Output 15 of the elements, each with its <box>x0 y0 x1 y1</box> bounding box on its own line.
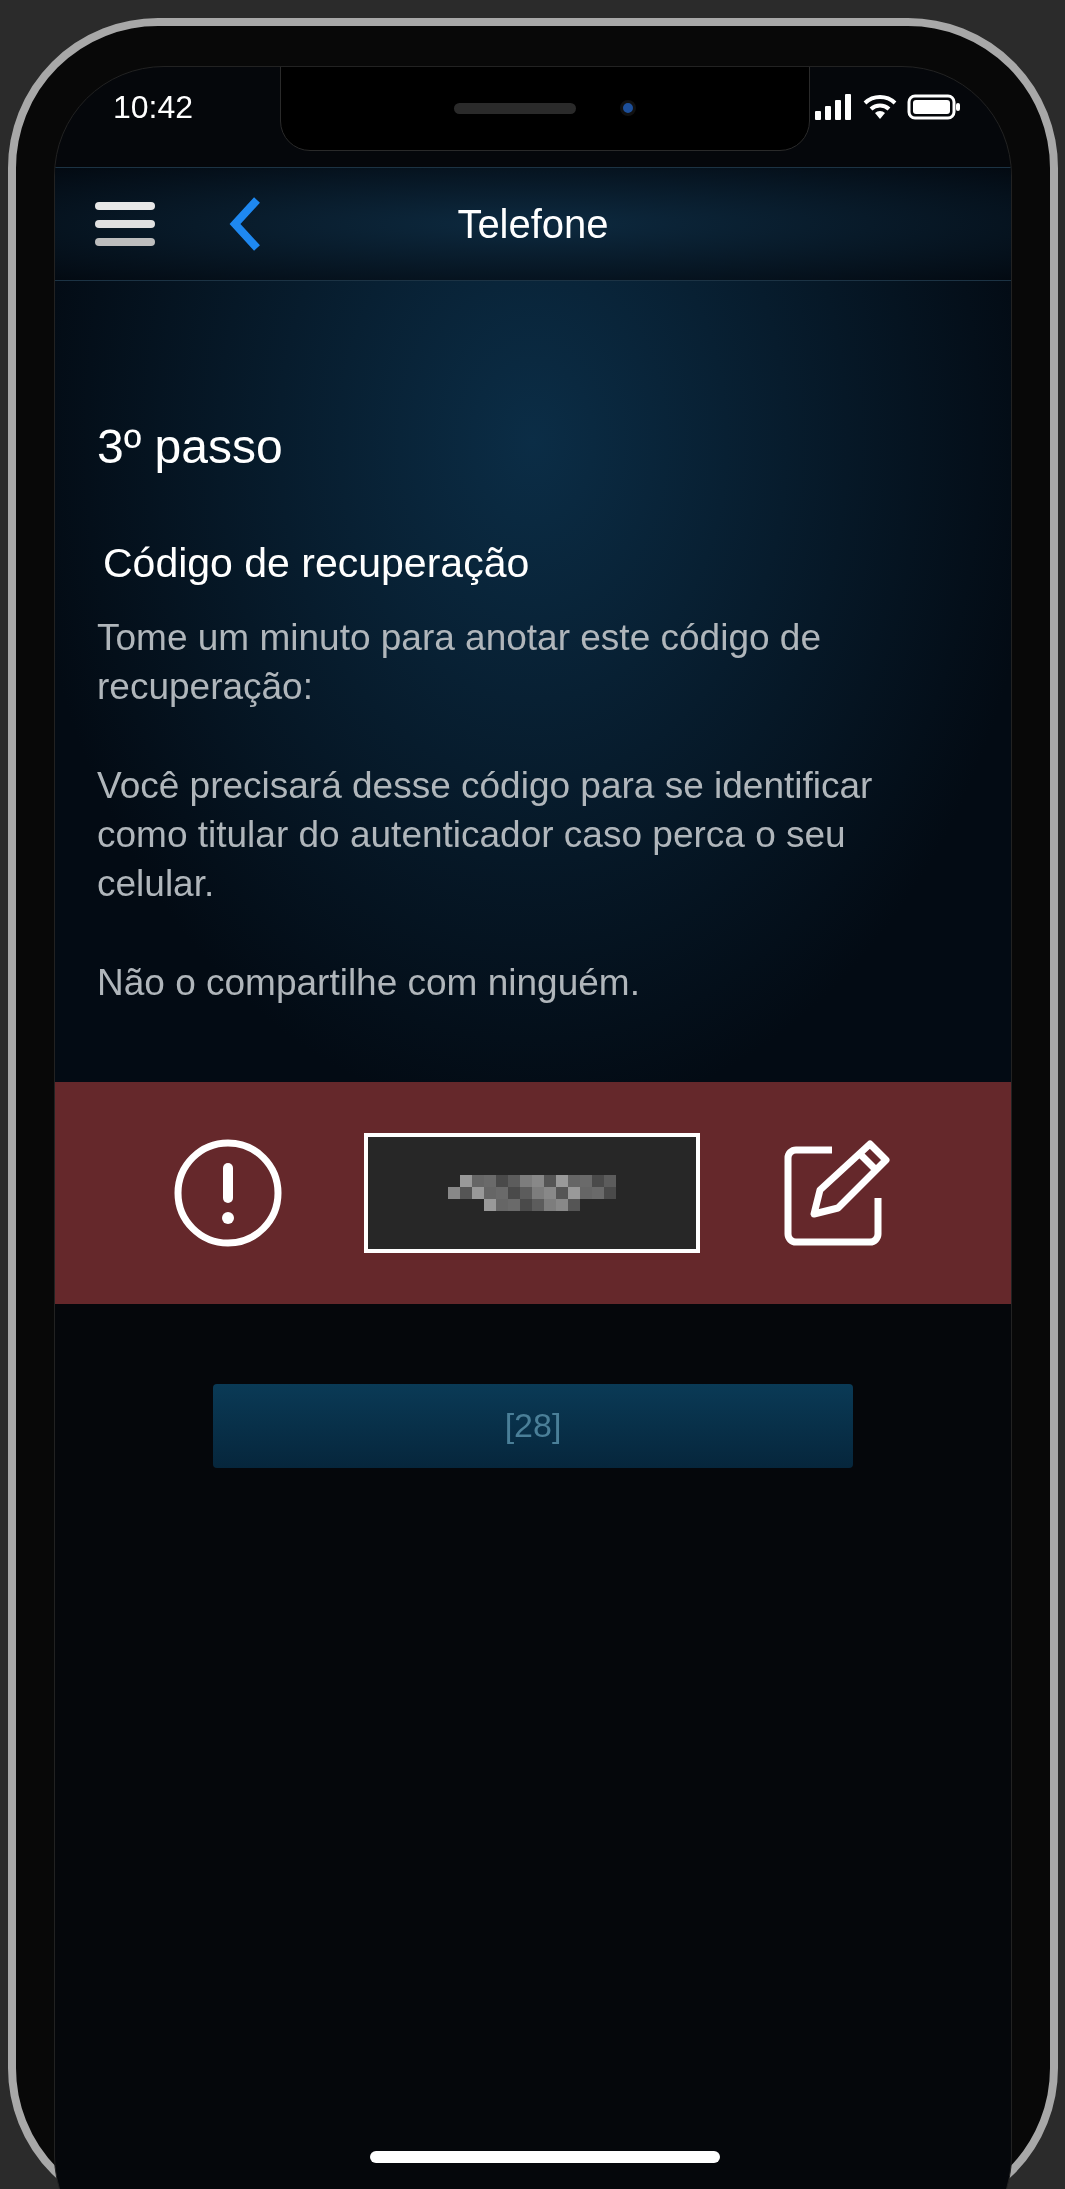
menu-button[interactable] <box>95 199 155 249</box>
instruction-paragraph: Não o compartilhe com ninguém. <box>97 960 641 1005</box>
edit-button[interactable] <box>782 1137 892 1248</box>
camera-lens <box>620 100 636 116</box>
instruction-paragraph: Tome um minuto para anotar este código de recuperação: <box>97 615 822 709</box>
page-title: Telefone <box>456 201 610 248</box>
battery-icon <box>907 94 961 120</box>
instruction-paragraph: Você precisará desse código para se identificar como titular do autenticador caso perca o seu celular. <box>97 763 874 906</box>
status-time: 10:42 <box>113 88 194 127</box>
warning-icon <box>174 1138 282 1247</box>
back-button[interactable] <box>227 196 263 252</box>
wifi-icon <box>863 94 897 120</box>
section-title: Código de recuperação <box>103 539 531 588</box>
step-title: 3º passo <box>97 419 284 475</box>
signal-icon <box>815 94 853 120</box>
